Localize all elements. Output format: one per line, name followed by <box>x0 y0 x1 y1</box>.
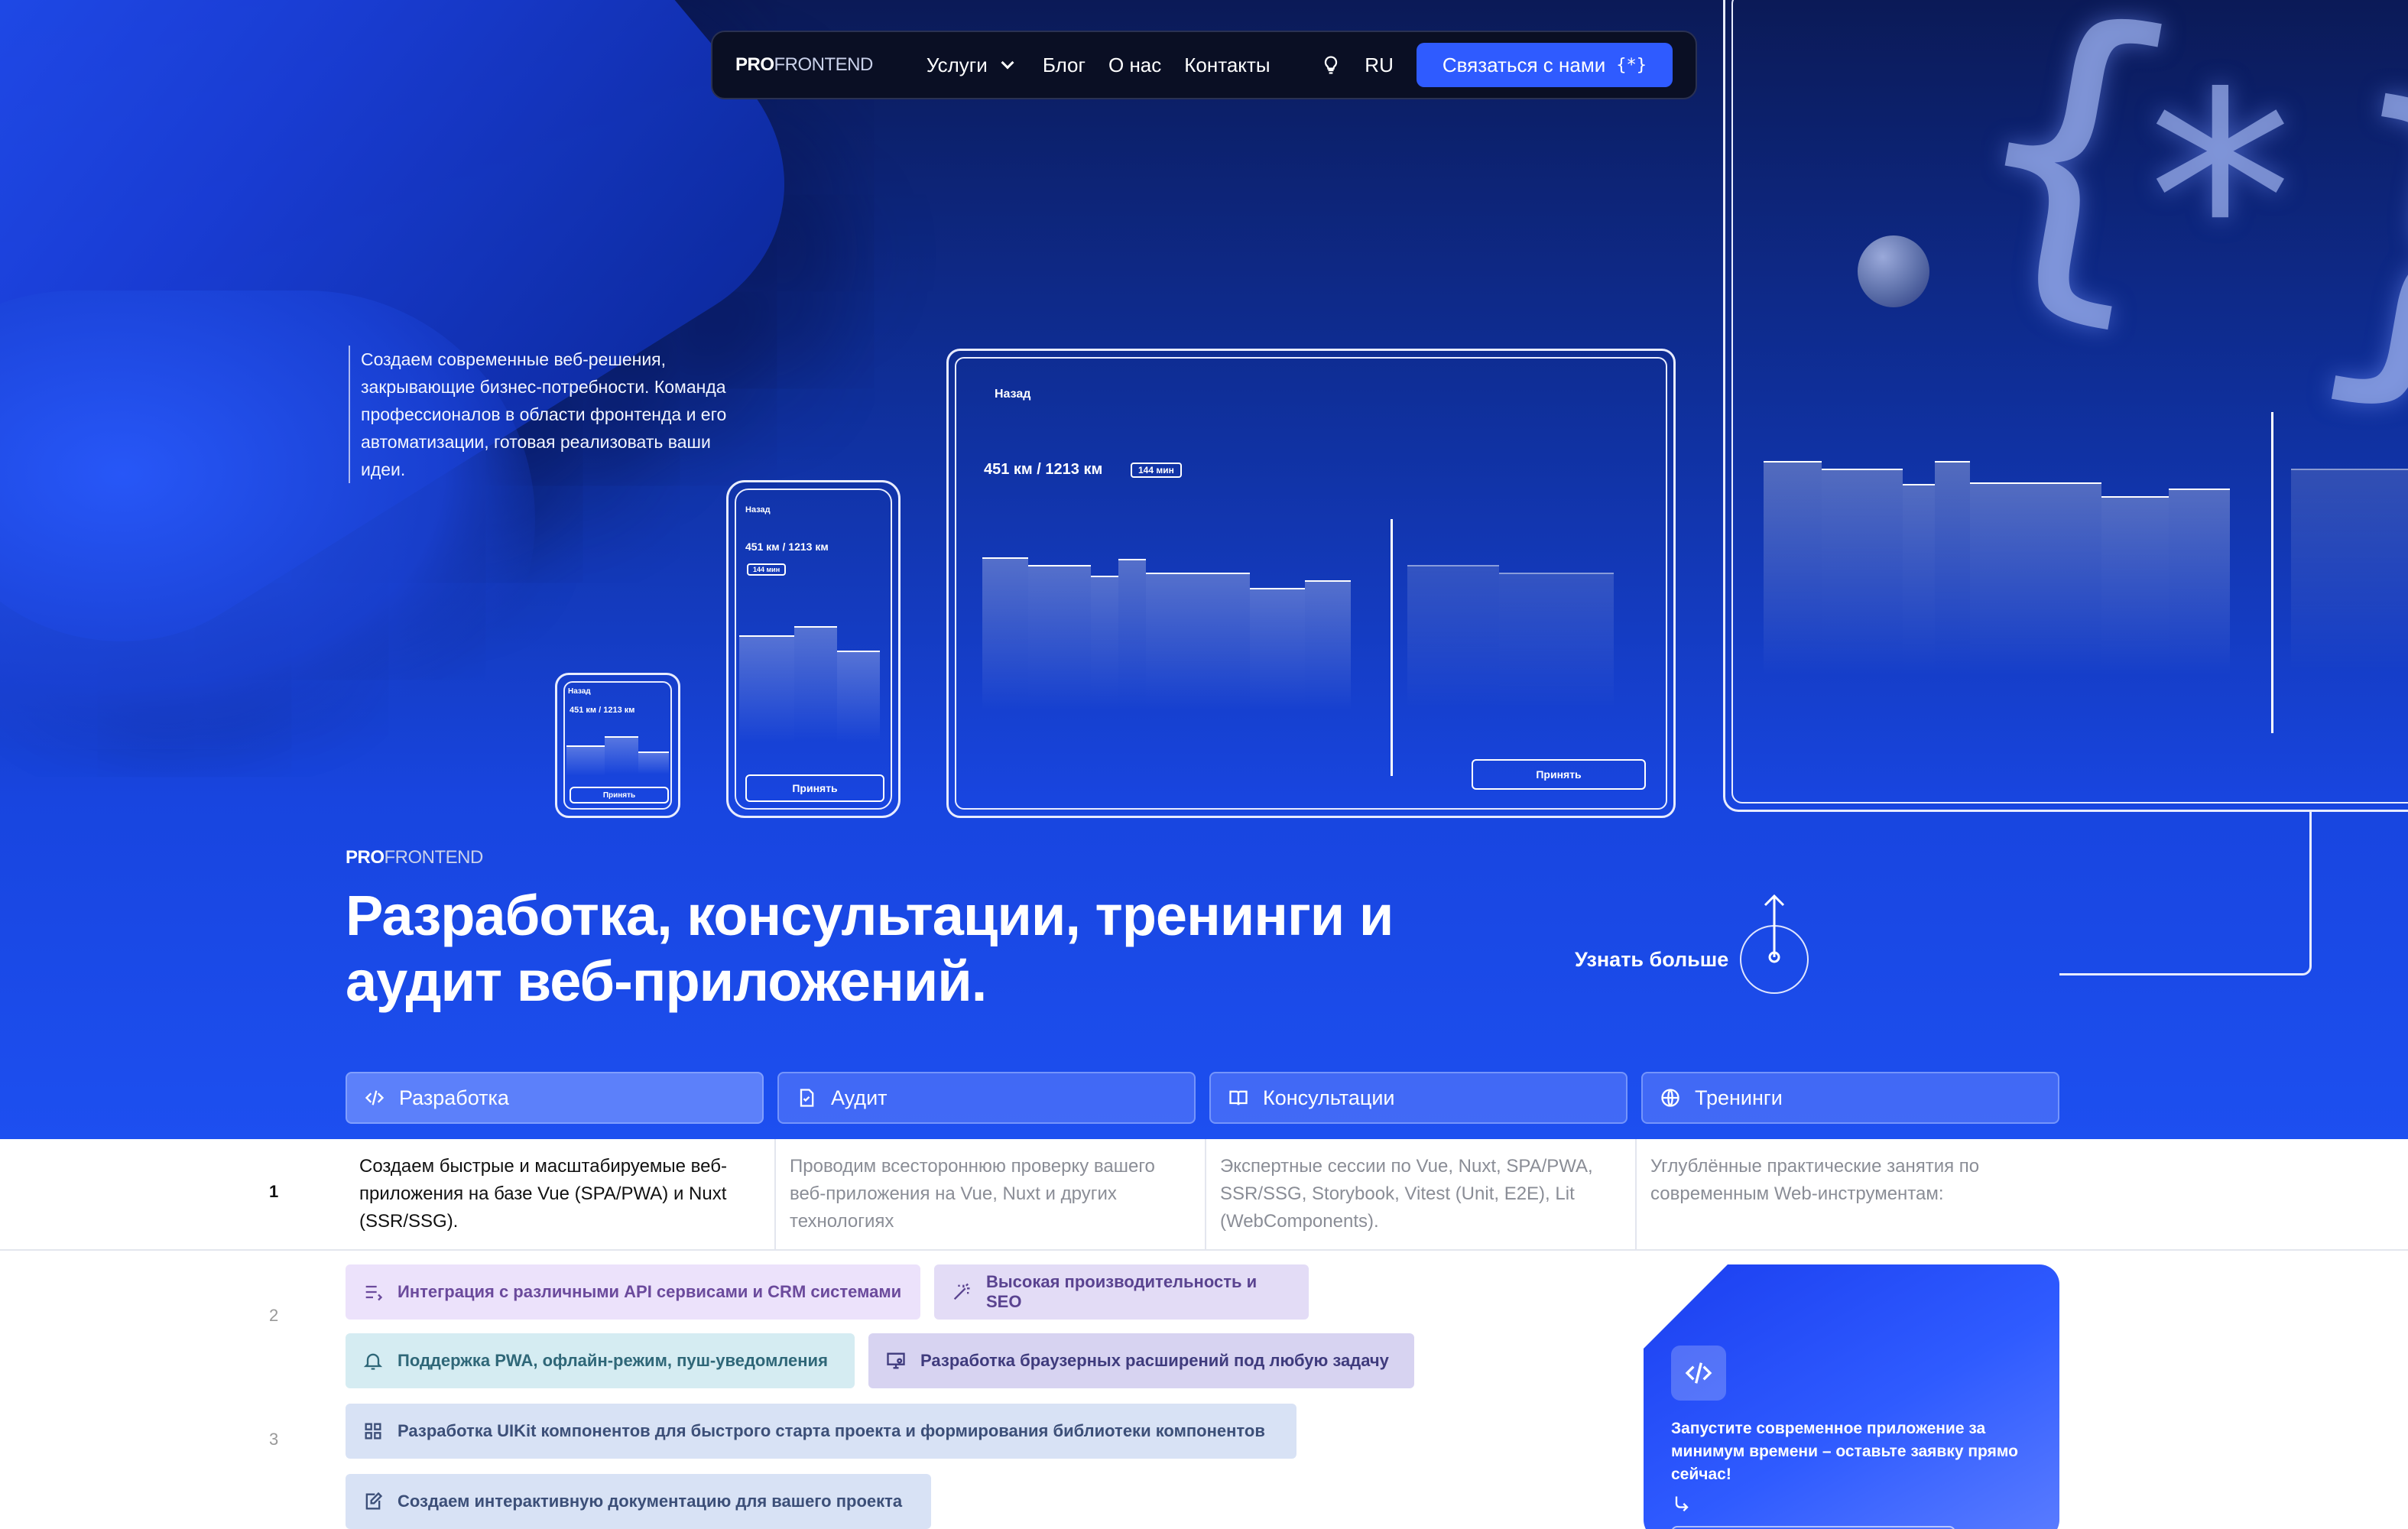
promo-icon-box <box>1671 1346 1726 1401</box>
brand-label: PROFRONTEND <box>346 847 483 868</box>
tab-consulting[interactable]: Консультации <box>1209 1072 1628 1124</box>
monitor-icon <box>887 1352 905 1369</box>
document-check-icon <box>800 1089 814 1107</box>
monitor-stand <box>2059 812 2312 976</box>
learn-more-circle-button[interactable] <box>1740 894 1809 994</box>
nav-item-contacts[interactable]: Контакты <box>1184 54 1270 77</box>
globe-icon <box>1661 1089 1679 1107</box>
feature-chip-uikit: Разработка UIKit компонентов для быстрог… <box>346 1404 1296 1459</box>
tab-trainings[interactable]: Тренинги <box>1641 1072 2059 1124</box>
tab-audit[interactable]: Аудит <box>777 1072 1196 1124</box>
feature-chip-api: Интеграция с различными API сервисами и … <box>346 1264 920 1320</box>
nav-item-services[interactable]: Услуги <box>927 54 1014 77</box>
bell-icon <box>363 1353 383 1370</box>
description-trainings: Углублённые практические занятия по совр… <box>1650 1156 1980 1204</box>
feature-chip-performance: Высокая производительность и SEO <box>934 1264 1309 1320</box>
book-icon <box>1229 1090 1248 1105</box>
edit-doc-icon <box>365 1492 383 1510</box>
top-navigation: PROFRONTEND Услуги Блог О нас Контакты R… <box>711 31 1697 99</box>
language-switcher[interactable]: RU <box>1365 54 1394 77</box>
code-icon <box>365 1090 385 1105</box>
grid-icon <box>365 1423 381 1440</box>
contact-us-button[interactable]: Связаться с нами {*} <box>1416 43 1673 87</box>
brace-asterisk-icon: {*} <box>1616 55 1647 75</box>
lightbulb-icon[interactable] <box>1320 54 1342 76</box>
description-development: Создаем быстрые и масштабируемые веб-при… <box>346 1139 776 1251</box>
hero-section: { * } PROFRONTEND Услуги Блог О нас Конт… <box>0 0 2408 1139</box>
logo[interactable]: PROFRONTEND <box>735 54 873 76</box>
row-number: 3 <box>269 1430 279 1449</box>
learn-more-link[interactable]: Узнать больше <box>1575 948 1728 972</box>
chevron-down-icon <box>1001 56 1014 70</box>
nav-item-blog[interactable]: Блог <box>1043 54 1086 77</box>
tab-development[interactable]: Разработка <box>346 1072 764 1124</box>
promo-card[interactable]: Запустите современное приложение за мини… <box>1644 1264 2059 1529</box>
arrow-down-right-icon <box>1675 1496 1689 1511</box>
row-number: 2 <box>269 1306 279 1325</box>
list-icon <box>365 1285 383 1301</box>
promo-text: Запустите современное приложение за мини… <box>1671 1420 2018 1483</box>
tablet-illustration: Назад 451 км / 1213 км 144 мин Принять <box>946 349 1676 818</box>
nav-item-about[interactable]: О нас <box>1108 54 1161 77</box>
hero-intro-text: Создаем современные веб-решения, закрыва… <box>349 346 746 483</box>
feature-chip-pwa: Поддержка PWA, офлайн-режим, пуш-уведомл… <box>346 1333 855 1388</box>
row-number: 1 <box>269 1182 279 1201</box>
arrow-up-icon <box>1764 894 1785 963</box>
feature-chip-docs: Создаем интерактивную документацию для в… <box>346 1474 931 1529</box>
description-audit: Проводим всестороннюю проверку вашего ве… <box>776 1139 1206 1251</box>
monitor-illustration <box>1723 0 2408 812</box>
page-title: Разработка, консультации, тренинги и ауд… <box>346 884 1394 1013</box>
code-icon <box>1685 1362 1712 1384</box>
description-consulting: Экспертные сессии по Vue, Nuxt, SPA/PWA,… <box>1206 1139 1637 1251</box>
phone-illustration: Назад 451 км / 1213 км 144 мин Принять <box>726 480 901 818</box>
services-tabs: Разработка Аудит Консультации Тренинги <box>346 1072 2059 1124</box>
watch-illustration: Назад 451 км / 1213 км Принять <box>555 673 680 818</box>
magic-wand-icon <box>953 1283 970 1300</box>
descriptions-row: 1 Создаем быстрые и масштабируемые веб-п… <box>0 1139 2408 1251</box>
feature-chip-extensions: Разработка браузерных расширений под люб… <box>868 1333 1414 1388</box>
promo-form-field[interactable] <box>1671 1526 1955 1529</box>
